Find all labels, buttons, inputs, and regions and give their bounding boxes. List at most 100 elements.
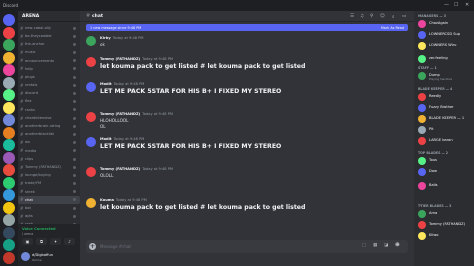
channel-item[interactable]: # apts: [18, 212, 80, 220]
member-item[interactable]: LARGE baron: [418, 136, 472, 146]
member-item[interactable]: Kliwo: [418, 231, 472, 241]
server-icon[interactable]: [3, 251, 15, 264]
settings-icon[interactable]: [73, 75, 76, 79]
channel-item[interactable]: # shrek: [18, 188, 80, 196]
gif-icon[interactable]: ▦: [373, 243, 377, 248]
member-item[interactable]: Dump Playing Sandbox: [418, 71, 472, 81]
settings-icon[interactable]: [73, 42, 76, 46]
member-item[interactable]: Reedly: [418, 92, 472, 102]
avatar[interactable]: [86, 36, 96, 46]
settings-icon[interactable]: [73, 141, 76, 145]
avatar[interactable]: [86, 57, 96, 67]
server-icon[interactable]: [3, 164, 15, 176]
channel-item[interactable]: # rentals: [18, 81, 80, 89]
avatar[interactable]: [86, 167, 96, 177]
minimize-button[interactable]: —: [444, 2, 449, 8]
channel-item[interactable]: # plugs: [18, 73, 80, 81]
message-author[interactable]: Modit: [100, 82, 112, 86]
settings-icon[interactable]: [73, 182, 76, 186]
server-icon[interactable]: [3, 176, 15, 189]
soundboard-button[interactable]: ♪: [64, 238, 75, 245]
channel-item[interactable]: # cheatintensive: [18, 114, 80, 122]
settings-icon[interactable]: [73, 173, 76, 177]
server-icon[interactable]: [3, 64, 15, 76]
new-messages-banner[interactable]: 1 new message since 9:48 PM Mark As Read: [86, 24, 408, 31]
settings-icon[interactable]: [73, 26, 76, 30]
bell-icon[interactable]: ♫: [360, 14, 364, 19]
member-item[interactable]: Tous: [418, 156, 472, 166]
server-icon[interactable]: [3, 201, 15, 214]
video-button[interactable]: ▣: [22, 238, 33, 245]
channel-item[interactable]: # new-cabal-ally: [18, 24, 80, 32]
settings-icon[interactable]: [73, 214, 76, 218]
channel-item[interactable]: # ws: [18, 139, 80, 147]
settings-icon[interactable]: [73, 67, 76, 71]
channel-item[interactable]: # chat: [18, 195, 80, 205]
members-icon[interactable]: ☺: [380, 14, 385, 19]
avatar[interactable]: [86, 137, 96, 147]
settings-icon[interactable]: [73, 116, 76, 120]
server-icon[interactable]: [3, 226, 15, 239]
channel-item[interactable]: # flex: [18, 98, 80, 106]
message-author[interactable]: Kouma: [100, 198, 114, 202]
message-author[interactable]: Tommy (FATHANDZ): [100, 167, 140, 171]
plus-icon[interactable]: +: [89, 243, 96, 250]
channel-item[interactable]: # help: [18, 65, 80, 73]
settings-icon[interactable]: [73, 165, 76, 169]
message-author[interactable]: Tommy (FATHANDZ): [100, 112, 140, 116]
settings-icon[interactable]: [73, 51, 76, 55]
message-author[interactable]: Tommy (FATHANDZ): [100, 57, 140, 61]
channel-item[interactable]: # anotherbrain-rating: [18, 122, 80, 130]
inbox-icon[interactable]: ▭: [402, 14, 406, 19]
channel-item[interactable]: # clips: [18, 155, 80, 163]
server-icon[interactable]: [3, 39, 15, 51]
screen-share-button[interactable]: ⧉: [36, 238, 47, 245]
member-item[interactable]: zer.feeling: [418, 54, 472, 64]
close-button[interactable]: ✕: [465, 2, 469, 8]
channel-item[interactable]: # ba-theycowber: [18, 32, 80, 40]
settings-icon[interactable]: [73, 124, 76, 128]
member-item[interactable]: Dow: [418, 167, 472, 177]
channel-item[interactable]: # media: [18, 147, 80, 155]
settings-icon[interactable]: [73, 83, 76, 87]
settings-icon[interactable]: [73, 149, 76, 153]
member-item[interactable]: Pit: [418, 125, 472, 135]
channel-item[interactable]: # bot: [18, 204, 80, 212]
server-icon[interactable]: [3, 26, 15, 39]
server-icon[interactable]: [3, 89, 15, 101]
pin-icon[interactable]: ⚲: [370, 14, 373, 19]
message-input[interactable]: [100, 242, 350, 251]
channel-item[interactable]: # discord: [18, 90, 80, 98]
settings-icon[interactable]: [73, 190, 76, 194]
sticker-icon[interactable]: ◪: [384, 243, 388, 248]
channel-item[interactable]: # ranks: [18, 106, 80, 114]
gift-icon[interactable]: ⬚: [362, 243, 366, 248]
channel-item[interactable]: # announcements: [18, 57, 80, 65]
server-icon[interactable]: [3, 239, 15, 251]
server-header[interactable]: ARENA: [18, 11, 80, 22]
settings-icon[interactable]: [73, 108, 76, 112]
emoji-icon[interactable]: ☻: [395, 243, 400, 248]
server-icon[interactable]: [3, 139, 15, 151]
server-icon[interactable]: [3, 189, 15, 201]
avatar[interactable]: [21, 252, 30, 261]
message-author[interactable]: Kirby: [100, 36, 111, 40]
channel-item[interactable]: # the-anchor: [18, 40, 80, 48]
message-author[interactable]: Modit: [100, 137, 112, 141]
threads-icon[interactable]: ☰: [350, 14, 354, 19]
channel-item[interactable]: # trade/YM: [18, 180, 80, 188]
settings-icon[interactable]: [73, 206, 76, 210]
member-item[interactable]: Balls: [418, 181, 472, 191]
member-item[interactable]: Arna: [418, 209, 472, 219]
server-icon[interactable]: [3, 114, 15, 126]
settings-icon[interactable]: [73, 157, 76, 161]
server-icon[interactable]: [3, 151, 15, 164]
settings-icon[interactable]: [73, 198, 76, 202]
channel-item[interactable]: # anotherblacklist: [18, 130, 80, 138]
server-icon[interactable]: [3, 76, 15, 89]
activity-button[interactable]: ✦: [50, 238, 61, 245]
avatar[interactable]: [86, 112, 96, 122]
avatar[interactable]: [86, 82, 96, 92]
channel-item[interactable]: # Tommy (FATHANDZ): [18, 163, 80, 171]
settings-icon[interactable]: [73, 92, 76, 95]
